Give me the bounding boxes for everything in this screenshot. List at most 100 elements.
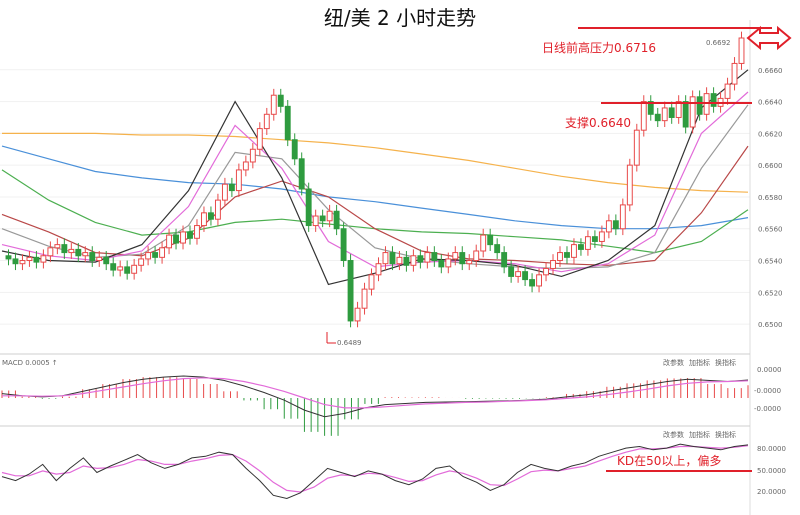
candle-body bbox=[438, 260, 445, 268]
candle-body bbox=[208, 212, 214, 220]
candle-body bbox=[550, 260, 556, 269]
candle-body bbox=[473, 250, 480, 262]
candle-body bbox=[424, 252, 431, 263]
candle-body bbox=[249, 148, 256, 163]
candle-body bbox=[214, 199, 221, 220]
candle-body bbox=[5, 255, 12, 260]
candle-body bbox=[312, 215, 319, 227]
chart-canvas: 0.6660 0.6640 0.6620 0.6600 0.6580 0.6560 0.65… bbox=[0, 20, 792, 515]
candle-body bbox=[689, 96, 696, 128]
candle-body bbox=[103, 256, 110, 265]
candle-body bbox=[270, 94, 277, 115]
candle-body bbox=[731, 62, 738, 85]
candle-body bbox=[82, 252, 89, 257]
candle-body bbox=[61, 244, 68, 254]
candle-body bbox=[235, 169, 242, 192]
moving-average-line-6 bbox=[1, 91, 749, 273]
candle-body bbox=[368, 274, 375, 290]
candle-body bbox=[326, 210, 333, 222]
candle-body bbox=[131, 264, 138, 274]
macd-dea-line bbox=[2, 377, 749, 409]
candle-body bbox=[619, 204, 626, 230]
moving-average-line-5 bbox=[1, 104, 749, 270]
candle-body bbox=[47, 247, 54, 257]
price-tick-label: 0.6500 bbox=[758, 321, 783, 329]
candle-body bbox=[654, 113, 661, 122]
candle-body bbox=[152, 252, 159, 258]
candle-body bbox=[591, 236, 598, 242]
price-tick-label: 0.6540 bbox=[758, 258, 783, 266]
candle-body bbox=[710, 93, 717, 107]
candle-body bbox=[529, 279, 536, 287]
macd-label: MACD 0.0005 ↑ bbox=[2, 359, 58, 367]
candle-body bbox=[340, 228, 347, 262]
candle-body bbox=[201, 212, 207, 227]
support-label: 支撑0.6640 bbox=[565, 115, 631, 130]
candle-body bbox=[452, 252, 459, 260]
double-arrow-icon bbox=[746, 25, 792, 51]
candle-body bbox=[431, 252, 438, 262]
candle-body bbox=[487, 234, 494, 246]
kd-btn-params[interactable]: 改参数 bbox=[663, 430, 684, 439]
kd-btn-add[interactable]: 加指标 bbox=[689, 430, 710, 439]
kd-tick-80: 80.0000 bbox=[757, 445, 786, 453]
candle-body bbox=[19, 260, 26, 265]
kd-note-label: KD在50以上，偏多 bbox=[617, 453, 721, 468]
candle-body bbox=[319, 215, 326, 222]
candle-body bbox=[571, 244, 577, 258]
candle-body bbox=[738, 37, 745, 64]
candle-body bbox=[522, 271, 529, 281]
candle-body bbox=[180, 231, 186, 244]
candle-body bbox=[138, 258, 145, 266]
candle-body bbox=[668, 107, 675, 118]
price-tick-label: 0.6580 bbox=[758, 194, 783, 202]
candle-body bbox=[598, 231, 605, 242]
candle-body bbox=[284, 105, 291, 141]
candle-body bbox=[403, 256, 410, 266]
candle-body bbox=[605, 220, 612, 233]
price-tick-label: 0.6640 bbox=[758, 99, 783, 107]
macd-dif-line bbox=[1, 375, 749, 418]
candle-body bbox=[242, 161, 249, 171]
candle-body bbox=[291, 139, 298, 160]
resistance-label: 日线前高压力0.6716 bbox=[542, 40, 656, 55]
price-tick-label: 0.6560 bbox=[758, 226, 783, 234]
candle-body bbox=[396, 256, 403, 265]
macd-btn-switch[interactable]: 换指标 bbox=[715, 358, 736, 367]
candle-body bbox=[333, 210, 340, 230]
candle-body bbox=[166, 234, 172, 249]
candle-body bbox=[228, 183, 235, 192]
kd-btn-switch[interactable]: 换指标 bbox=[715, 430, 736, 439]
candle-body bbox=[75, 248, 82, 257]
candle-body bbox=[354, 307, 361, 322]
candle-body bbox=[626, 164, 633, 206]
candle-body bbox=[187, 231, 193, 239]
candle-body bbox=[68, 248, 75, 254]
candle-body bbox=[459, 252, 466, 265]
candle-body bbox=[263, 113, 270, 130]
macd-btn-params[interactable]: 改参数 bbox=[663, 358, 684, 367]
candle-body bbox=[633, 129, 640, 166]
candle-body bbox=[536, 274, 543, 287]
candle-body bbox=[375, 263, 382, 276]
candle-body bbox=[298, 158, 305, 190]
candle-body bbox=[221, 183, 228, 201]
candle-body bbox=[173, 234, 179, 244]
candle-body bbox=[682, 101, 689, 128]
candle-body bbox=[145, 252, 152, 260]
candle-body bbox=[194, 225, 200, 239]
kd-d-line bbox=[1, 445, 749, 493]
candle-body bbox=[584, 236, 591, 250]
candle-body bbox=[382, 252, 389, 265]
kd-tick-20: 20.0000 bbox=[757, 488, 786, 496]
low-price-label: 0.6489 bbox=[337, 339, 362, 347]
price-tick-label: 0.6520 bbox=[758, 289, 783, 297]
candle-body bbox=[494, 244, 501, 254]
candle-body bbox=[117, 266, 124, 271]
macd-btn-add[interactable]: 加指标 bbox=[689, 358, 710, 367]
kd-tick-50: 50.0000 bbox=[757, 467, 786, 475]
candle-body bbox=[389, 252, 396, 265]
macd-tick-3: -0.0000 bbox=[754, 405, 781, 413]
macd-tick-2: -0.0000 bbox=[754, 387, 781, 395]
candle-body bbox=[501, 252, 508, 268]
